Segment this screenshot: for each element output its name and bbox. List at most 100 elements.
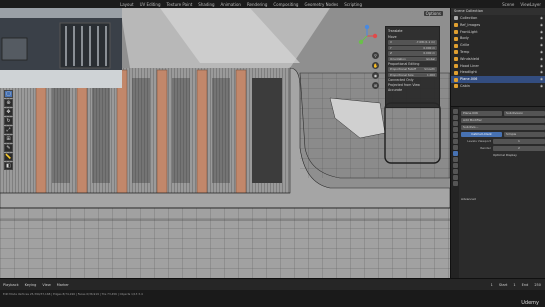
tab-geometry-nodes[interactable]: Geometry Nodes [304, 2, 338, 7]
visibility-eye-icon[interactable]: ◉ [540, 63, 543, 70]
scale-icon[interactable]: ⤢ [4, 126, 13, 134]
outliner-row[interactable]: FrontLight ◉ [451, 29, 545, 36]
optimal-display-checkbox[interactable]: Optimal Display [493, 153, 517, 157]
translate-operator-panel: Translate Move X -7.081(1.1 m) Y 0.000 m Z… [385, 26, 440, 108]
tab-uv-editing[interactable]: UV Editing [140, 2, 161, 7]
outliner-row-label: Body [460, 36, 469, 41]
view-layer-tab-icon[interactable] [452, 127, 458, 132]
grid-icon[interactable]: ⊞ [372, 82, 379, 89]
move-icon[interactable]: ✥ [4, 108, 13, 116]
size-label: Proportional Size [390, 72, 414, 77]
advanced-section-toggle[interactable]: Advanced [461, 197, 476, 201]
rotate-icon[interactable]: ↻ [4, 117, 13, 125]
proportional-editing-checkbox[interactable]: Proportional Editing [388, 62, 419, 66]
visibility-eye-icon[interactable]: ◉ [540, 22, 543, 29]
z-field[interactable]: Z 0.000 m [388, 51, 437, 56]
physics-tab-icon[interactable] [452, 163, 458, 168]
object-tab-icon[interactable] [452, 145, 458, 150]
tab-shading[interactable]: Shading [198, 2, 214, 7]
proportional-size-field[interactable]: Proportional Size 1.000 [388, 72, 437, 77]
render-levels-field[interactable]: 2 [493, 145, 545, 151]
annotate-icon[interactable]: ✎ [4, 144, 13, 152]
camera-icon[interactable]: ◉ [372, 72, 379, 79]
connected-only-checkbox[interactable]: Connected Only [388, 78, 413, 82]
visibility-eye-icon[interactable]: ◉ [540, 83, 543, 90]
visibility-eye-icon[interactable]: ◉ [540, 76, 543, 83]
visibility-eye-icon[interactable]: ◉ [540, 49, 543, 56]
keying-menu[interactable]: Keying [25, 283, 37, 287]
projected-from-view-checkbox[interactable]: Projected from View [388, 83, 420, 87]
outliner-row[interactable]: Cabin ◉ [451, 83, 545, 90]
select-box-icon[interactable]: ▢ [4, 90, 13, 98]
x-field[interactable]: X -7.081(1.1 m) [388, 40, 437, 45]
object-type-icon [454, 29, 458, 34]
outliner-row[interactable]: Collection ◉ [451, 15, 545, 22]
world-tab-icon[interactable] [452, 139, 458, 144]
particles-tab-icon[interactable] [452, 157, 458, 162]
material-tab-icon[interactable] [452, 181, 458, 186]
outliner-row-label: Plane.006 [460, 77, 478, 82]
pan-hand-icon[interactable]: ✋ [372, 62, 379, 69]
falloff-dropdown[interactable]: Proportional Falloff Smooth [388, 67, 437, 72]
visibility-eye-icon[interactable]: ◉ [540, 15, 543, 22]
view-menu[interactable]: View [42, 283, 50, 287]
navigation-gizmo-icon[interactable] [355, 24, 379, 48]
scene-tab-icon[interactable] [452, 133, 458, 138]
modifier-name-field[interactable]: Subdivision [504, 110, 545, 116]
x-label: X [390, 40, 392, 45]
playback-menu[interactable]: Playback [3, 283, 19, 287]
transform-icon[interactable]: ⊞ [4, 135, 13, 143]
tab-animation[interactable]: Animation [221, 2, 241, 7]
options-dropdown[interactable]: Options [423, 10, 443, 16]
add-cube-icon[interactable]: ◧ [4, 162, 13, 170]
levels-viewport-field[interactable]: 1 [493, 138, 545, 144]
current-frame-field[interactable]: 1 [491, 283, 493, 287]
outliner-row[interactable]: Plane.006 ◉ [451, 76, 545, 83]
tab-layout[interactable]: Layout [120, 2, 134, 7]
visibility-eye-icon[interactable]: ◉ [540, 42, 543, 49]
tab-compositing[interactable]: Compositing [273, 2, 298, 7]
outliner-row[interactable]: Grille ◉ [451, 42, 545, 49]
y-field[interactable]: Y 0.000 m [388, 45, 437, 50]
viewlayer-selector[interactable]: ViewLayer [520, 2, 541, 7]
catmull-clark-button[interactable]: Catmull-Clark [461, 131, 502, 137]
visibility-eye-icon[interactable]: ◉ [540, 29, 543, 36]
end-label: End [521, 282, 529, 287]
visibility-eye-icon[interactable]: ◉ [540, 56, 543, 63]
modifier-tab-icon[interactable] [452, 151, 458, 156]
render-tab-icon[interactable] [452, 115, 458, 120]
visibility-eye-icon[interactable]: ◉ [540, 69, 543, 76]
scene-selector[interactable]: Scene [502, 2, 514, 7]
cursor-icon[interactable]: ⊕ [4, 99, 13, 107]
object-type-icon [454, 50, 458, 55]
add-modifier-button[interactable]: Add Modifier [461, 117, 545, 123]
x-value: -7.081(1.1 m) [415, 40, 435, 45]
orientation-dropdown[interactable]: Orientation Global [388, 56, 437, 61]
zoom-icon[interactable]: ⚲ [372, 52, 379, 59]
object-type-icon [454, 70, 458, 75]
outliner-row[interactable]: Hood Liner ◉ [451, 63, 545, 70]
outliner-row[interactable]: Body ◉ [451, 35, 545, 42]
z-value: 0.000 m [423, 51, 435, 56]
outliner-row[interactable]: Temp ◉ [451, 49, 545, 56]
measure-icon[interactable]: 📏 [4, 153, 13, 161]
z-label: Z [390, 51, 392, 56]
output-tab-icon[interactable] [452, 121, 458, 126]
tab-texture-paint[interactable]: Texture Paint [166, 2, 192, 7]
constraints-tab-icon[interactable] [452, 169, 458, 174]
tab-rendering[interactable]: Rendering [247, 2, 267, 7]
marker-menu[interactable]: Marker [57, 283, 69, 287]
start-frame-field[interactable]: 1 [513, 283, 515, 287]
accurate-checkbox[interactable]: Accurate [388, 88, 402, 92]
object-name-field[interactable]: Plane.006 [461, 110, 502, 116]
outliner-row[interactable]: Windshield ◉ [451, 56, 545, 63]
subdivision-modifier-header[interactable]: Subdivis... [461, 124, 545, 130]
outliner-row[interactable]: Ref_Images ◉ [451, 22, 545, 29]
end-frame-field[interactable]: 250 [534, 283, 541, 287]
simple-button[interactable]: Simple [504, 131, 545, 137]
outliner-row[interactable]: Headlight ◉ [451, 69, 545, 76]
data-tab-icon[interactable] [452, 175, 458, 180]
visibility-eye-icon[interactable]: ◉ [540, 35, 543, 42]
tool-tab-icon[interactable] [452, 109, 458, 114]
tab-scripting[interactable]: Scripting [344, 2, 362, 7]
